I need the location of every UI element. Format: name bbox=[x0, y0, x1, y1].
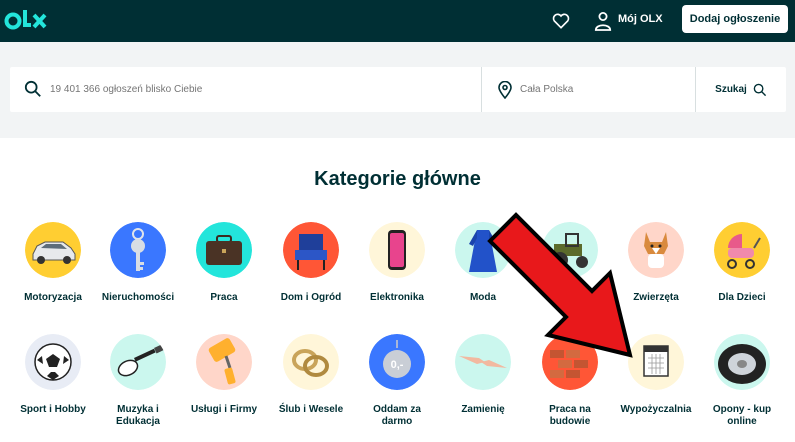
stroller-icon bbox=[714, 222, 770, 278]
briefcase-icon bbox=[196, 222, 252, 278]
armchair-icon bbox=[283, 222, 339, 278]
category-label: Dom i Ogród bbox=[280, 292, 342, 303]
category-label: Zamienię bbox=[461, 404, 505, 415]
category-label: Zwierzęta bbox=[633, 292, 679, 303]
category-elektronika[interactable]: Elektronika bbox=[355, 222, 439, 304]
category-zwierzeta[interactable]: Zwierzęta bbox=[614, 222, 698, 304]
category-label: Praca bbox=[210, 292, 238, 303]
category-muzyka-i-edukacja[interactable]: Muzyka i Edukacja bbox=[96, 334, 180, 428]
free-badge-text: 0,- bbox=[391, 359, 404, 371]
category-label: Ślub i Wesele bbox=[278, 404, 344, 415]
search-icon bbox=[24, 80, 41, 97]
divider bbox=[481, 67, 482, 112]
category-praca-na-budowie[interactable]: Praca na budowie bbox=[528, 334, 612, 428]
olx-logo[interactable] bbox=[4, 6, 50, 36]
category-label: Wypożyczalnia bbox=[620, 404, 692, 415]
search-button[interactable]: Szukaj bbox=[696, 67, 786, 112]
main-categories-section: Kategorie główne Motoryzacja Nieruchomoś… bbox=[0, 138, 795, 442]
dress-icon bbox=[455, 222, 511, 278]
heart-icon[interactable] bbox=[551, 11, 571, 31]
search-bar: Szukaj bbox=[10, 67, 786, 112]
category-oddam-za-darmo[interactable]: 0,- Oddam za darmo bbox=[355, 334, 439, 428]
category-dom-i-ogrod[interactable]: Dom i Ogród bbox=[269, 222, 353, 304]
page-title: Kategorie główne bbox=[314, 168, 481, 190]
category-label: Moda bbox=[469, 292, 497, 303]
category-motoryzacja[interactable]: Motoryzacja bbox=[11, 222, 95, 304]
search-input[interactable] bbox=[50, 67, 470, 112]
price-tag-icon: 0,- bbox=[369, 334, 425, 390]
category-label: Dla Dzieci bbox=[718, 292, 766, 303]
category-label: Sport i Hobby bbox=[20, 404, 86, 415]
guitar-icon bbox=[110, 334, 166, 390]
user-icon[interactable] bbox=[594, 11, 612, 31]
category-dla-dzieci[interactable]: Dla Dzieci bbox=[700, 222, 784, 304]
dog-icon bbox=[628, 222, 684, 278]
bricks-icon bbox=[542, 334, 598, 390]
paint-roller-icon bbox=[196, 334, 252, 390]
post-ad-button[interactable]: Dodaj ogłoszenie bbox=[682, 5, 788, 33]
key-icon bbox=[110, 222, 166, 278]
category-label: Praca na budowie bbox=[549, 404, 591, 427]
location-input[interactable] bbox=[520, 67, 690, 112]
location-pin-icon bbox=[498, 81, 512, 99]
calendar-icon bbox=[628, 334, 684, 390]
category-sport-i-hobby[interactable]: Sport i Hobby bbox=[11, 334, 95, 416]
category-tractor[interactable] bbox=[528, 222, 612, 292]
category-zamienie[interactable]: Zamienię bbox=[441, 334, 525, 416]
category-label: Nieruchomości bbox=[101, 292, 175, 303]
tire-icon bbox=[714, 334, 770, 390]
category-wypozyczalnia[interactable]: Wypożyczalnia bbox=[614, 334, 698, 416]
category-uslugi-i-firmy[interactable]: Usługi i Firmy bbox=[182, 334, 266, 416]
category-label: Muzyka i Edukacja bbox=[116, 404, 160, 427]
category-label: Opony - kup online bbox=[712, 404, 772, 427]
top-bar: Mój OLX Dodaj ogłoszenie bbox=[0, 0, 795, 42]
category-nieruchomosci[interactable]: Nieruchomości bbox=[96, 222, 180, 304]
rings-icon bbox=[283, 334, 339, 390]
my-olx-link[interactable]: Mój OLX bbox=[618, 13, 663, 25]
tractor-icon bbox=[542, 222, 598, 278]
category-label: Usługi i Firmy bbox=[190, 404, 258, 415]
smartphone-icon bbox=[369, 222, 425, 278]
category-slub-i-wesele[interactable]: Ślub i Wesele bbox=[269, 334, 353, 416]
category-label: Oddam za darmo bbox=[373, 404, 421, 427]
search-icon bbox=[753, 83, 766, 96]
category-label: Elektronika bbox=[370, 292, 424, 303]
category-praca[interactable]: Praca bbox=[182, 222, 266, 304]
category-opony[interactable]: Opony - kup online bbox=[700, 334, 784, 428]
category-moda[interactable]: Moda bbox=[441, 222, 525, 304]
category-label: Motoryzacja bbox=[24, 292, 82, 303]
handshake-icon bbox=[455, 334, 511, 390]
search-button-label: Szukaj bbox=[715, 84, 747, 95]
soccer-ball-icon bbox=[25, 334, 81, 390]
car-icon bbox=[25, 222, 81, 278]
